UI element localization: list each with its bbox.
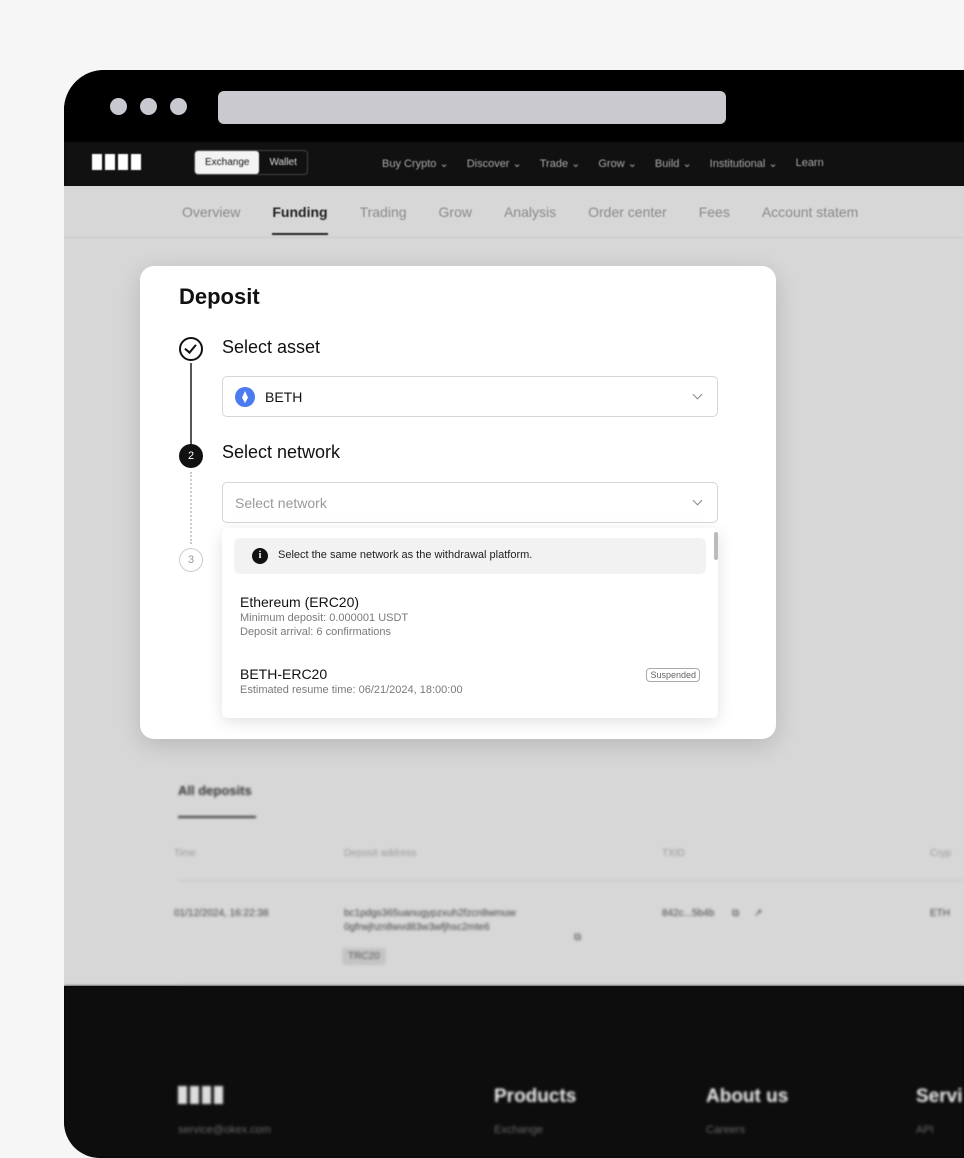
deposit-modal: Deposit Select asset BETH 2 Select netwo… (140, 266, 776, 739)
tab-fees[interactable]: Fees (699, 204, 730, 220)
header-crypto: Cryp (930, 848, 952, 859)
deposits-title[interactable]: All deposits (178, 783, 252, 798)
nav-discover[interactable]: Discover ⌄ (467, 157, 522, 170)
header-address: Deposit address (344, 848, 417, 859)
modal-title: Deposit (179, 284, 260, 309)
step1-label: Select asset (222, 337, 321, 357)
tab-order-center[interactable]: Order center (588, 204, 667, 220)
external-link-icon[interactable]: ↗ (754, 908, 762, 919)
network-option-ethereum[interactable]: Ethereum (ERC20) Minimum deposit: 0.0000… (240, 594, 700, 638)
dropdown-scrollbar[interactable] (714, 532, 718, 560)
exchange-wallet-toggle: Exchange Wallet (194, 150, 308, 175)
browser-titlebar (64, 70, 964, 142)
asset-select[interactable]: BETH (222, 376, 718, 417)
nav-build[interactable]: Build ⌄ (655, 157, 692, 170)
footer-link-exchange[interactable]: Exchange (494, 1124, 543, 1136)
eth-coin-icon (235, 387, 255, 407)
footer-services-heading: Servi (916, 1086, 963, 1107)
copy-address-icon[interactable]: ⧉ (574, 932, 581, 943)
step2-label: Select network (222, 442, 341, 462)
cell-crypto: ETH (930, 908, 950, 919)
step-connector-dotted (190, 472, 192, 544)
deposits-tab-underline (178, 816, 256, 818)
footer: Products About us Servi service@okex.com… (64, 986, 964, 1158)
option-resume-time: Estimated resume time: 06/21/2024, 18:00… (240, 684, 463, 696)
cell-address-line2: 0gfrwjhzn8wvd83w3wfjhsc2mte6 (344, 922, 490, 933)
nav-institutional[interactable]: Institutional ⌄ (710, 157, 778, 170)
step3-number: 3 (179, 548, 203, 572)
tab-grow[interactable]: Grow (439, 204, 472, 220)
network-info-banner: i Select the same network as the withdra… (234, 538, 706, 574)
window-dot-icon[interactable] (170, 98, 187, 115)
nav-trade[interactable]: Trade ⌄ (540, 157, 581, 170)
url-bar[interactable] (218, 91, 726, 124)
okx-logo[interactable] (92, 154, 141, 170)
option-name: BETH-ERC20 (240, 666, 328, 682)
step2-number: 2 (179, 444, 203, 468)
suspended-badge: Suspended (646, 668, 700, 682)
option-arrival: Deposit arrival: 6 confirmations (240, 626, 392, 638)
cell-time: 01/12/2024, 16:22:38 (174, 908, 269, 919)
network-option-beth-erc20[interactable]: BETH-ERC20 Estimated resume time: 06/21/… (240, 666, 700, 696)
cell-address-line1: bc1pdgs365uanugypzxuh2fzcn8wmuw (344, 908, 516, 919)
step-connector-line (190, 363, 192, 445)
copy-txid-icon[interactable]: ⧉ (732, 908, 739, 919)
sub-navigation: Overview Funding Trading Grow Analysis O… (64, 186, 964, 238)
network-select[interactable]: Select network (222, 482, 718, 523)
tab-overview[interactable]: Overview (182, 204, 240, 220)
table-divider (178, 984, 964, 985)
tab-analysis[interactable]: Analysis (504, 204, 556, 220)
tab-exchange[interactable]: Exchange (195, 151, 260, 174)
chevron-down-icon (692, 389, 703, 400)
tab-funding[interactable]: Funding (272, 204, 328, 235)
table-divider (178, 880, 964, 881)
network-select-placeholder: Select network (235, 495, 327, 511)
cell-txid: 842c...5b4b (662, 908, 715, 919)
nav-links: Buy Crypto ⌄ Discover ⌄ Trade ⌄ Grow ⌄ B… (382, 157, 824, 170)
footer-link-api[interactable]: API (916, 1124, 934, 1136)
footer-email[interactable]: service@okex.com (178, 1124, 271, 1136)
chevron-down-icon (692, 495, 703, 506)
nav-buy-crypto[interactable]: Buy Crypto ⌄ (382, 157, 449, 170)
option-name: Ethereum (ERC20) (240, 594, 360, 610)
footer-logo (178, 1086, 223, 1104)
window-dot-icon[interactable] (110, 98, 127, 115)
tab-trading[interactable]: Trading (360, 204, 407, 220)
header-txid: TXID (662, 848, 685, 859)
tab-account-statement[interactable]: Account statem (762, 204, 859, 220)
window-dot-icon[interactable] (140, 98, 157, 115)
asset-select-value: BETH (265, 389, 303, 405)
network-tag: TRC20 (342, 948, 386, 965)
tab-wallet[interactable]: Wallet (259, 151, 306, 174)
info-icon: i (252, 548, 268, 564)
step-complete-check-icon (179, 337, 203, 361)
top-navbar: Exchange Wallet Buy Crypto ⌄ Discover ⌄ … (64, 142, 964, 186)
option-min-deposit: Minimum deposit: 0.000001 USDT (240, 612, 409, 624)
header-time: Time (174, 848, 196, 859)
footer-products-heading: Products (494, 1086, 577, 1107)
nav-grow[interactable]: Grow ⌄ (598, 157, 637, 170)
footer-link-careers[interactable]: Careers (706, 1124, 745, 1136)
footer-about-heading: About us (706, 1086, 789, 1107)
nav-learn[interactable]: Learn (796, 157, 824, 170)
info-text: Select the same network as the withdrawa… (278, 549, 533, 561)
network-dropdown: i Select the same network as the withdra… (222, 528, 718, 718)
